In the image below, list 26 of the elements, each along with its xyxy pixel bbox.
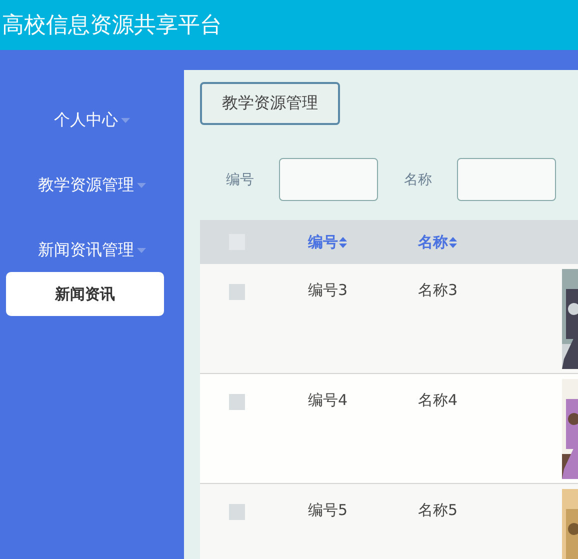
submenu-item[interactable]: 新闻资讯	[6, 272, 164, 316]
sidebar-item[interactable]: 新闻资讯管理	[38, 239, 146, 261]
row-checkbox[interactable]	[229, 394, 245, 410]
caret-icon	[137, 182, 146, 188]
column-header[interactable]: 名称	[418, 232, 528, 252]
sidebar-item[interactable]: 个人中心	[54, 109, 130, 131]
table-cell-text: 名称3	[418, 281, 459, 300]
table-cell-text: 编号5	[308, 501, 349, 520]
caret-icon	[137, 248, 146, 252]
search-field[interactable]	[279, 158, 378, 201]
column-header[interactable]: 编号	[308, 232, 418, 252]
table-cell-text: 名称4	[418, 391, 459, 410]
breadcrumb-button[interactable]: 教学资源管理	[200, 82, 340, 125]
row-checkbox[interactable]	[229, 504, 245, 520]
table-cell-text: 编号3	[308, 281, 349, 300]
table-cell-text: 编号4	[308, 391, 349, 410]
search-field[interactable]	[457, 158, 556, 201]
sort-icon[interactable]	[339, 236, 347, 248]
caret-icon	[121, 118, 130, 122]
table-cell-text: 名称5	[418, 501, 459, 520]
search-label: 编号	[225, 170, 255, 188]
search-label: 名称	[403, 170, 433, 188]
sort-icon[interactable]	[449, 236, 457, 248]
row-checkbox[interactable]	[229, 284, 245, 300]
sidebar-item[interactable]: 教学资源管理	[38, 174, 146, 196]
app-title: 高校信息资源共享平台	[1, 12, 222, 40]
